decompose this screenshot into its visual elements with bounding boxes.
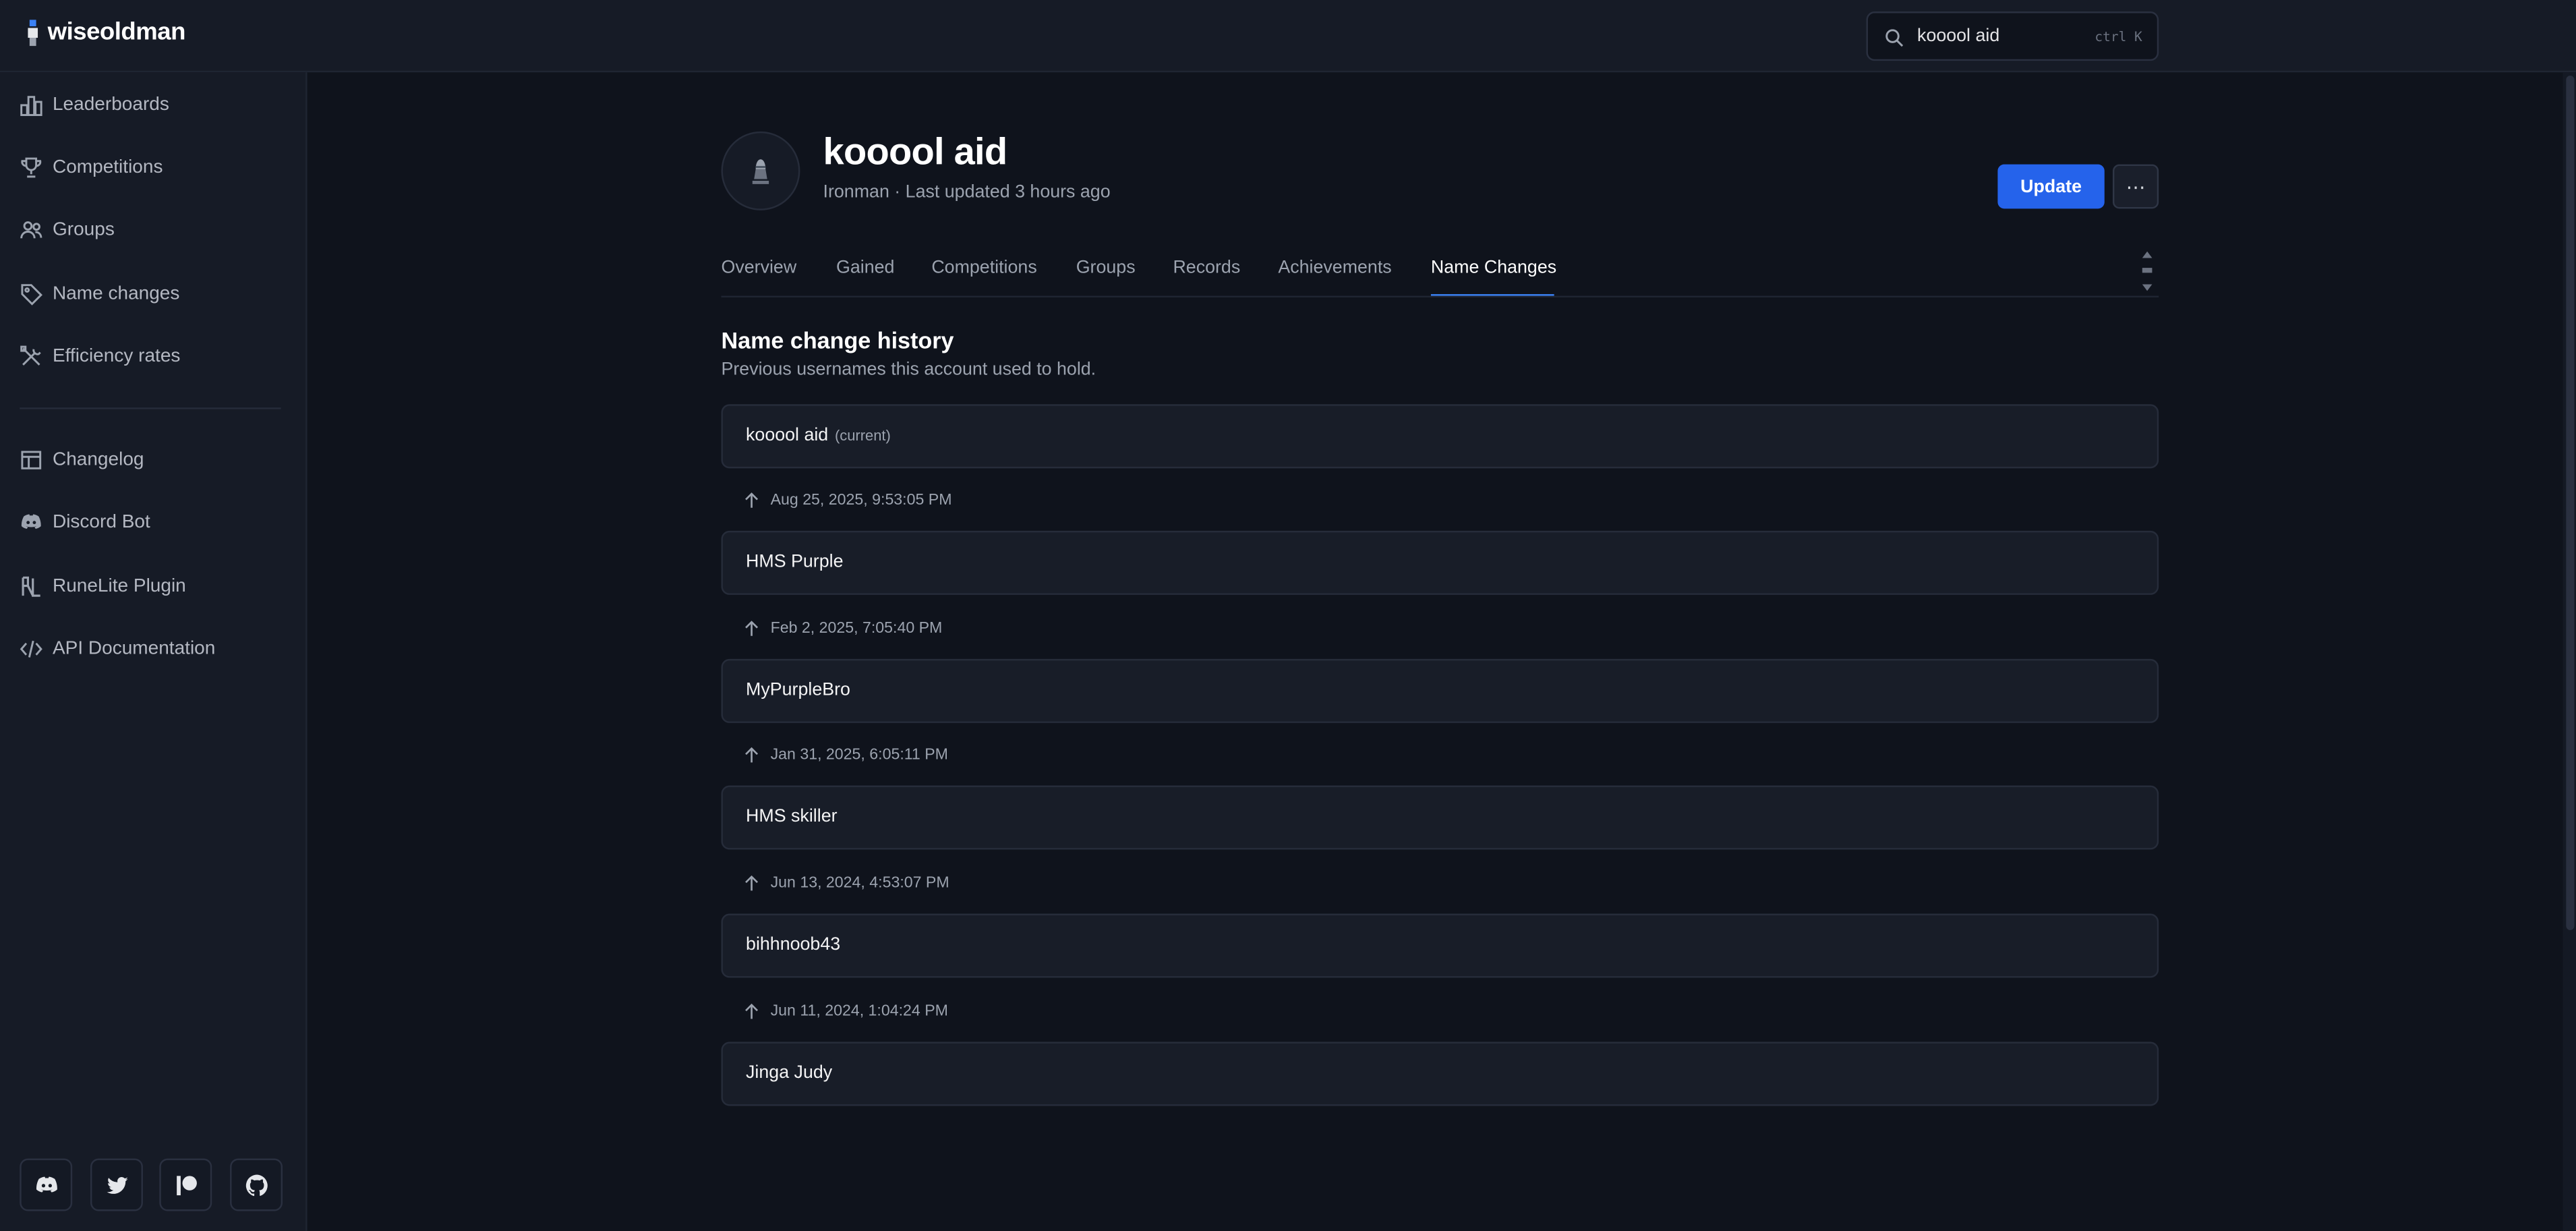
- search-input[interactable]: kooool aid ctrl K: [1866, 11, 2159, 61]
- page-scrollbar-thumb[interactable]: [2566, 76, 2575, 930]
- sidebar-item-efficiency-rates[interactable]: Efficiency rates: [20, 337, 180, 376]
- name-change-card: HMS skiller: [721, 785, 2159, 850]
- name-change-date: Jun 13, 2024, 4:53:07 PM: [770, 873, 949, 892]
- discord-icon: [21, 514, 41, 529]
- changelog-icon: [21, 451, 42, 469]
- name-change-date: Aug 25, 2025, 9:53:05 PM: [770, 490, 952, 509]
- sidebar-item-label: Groups: [52, 220, 115, 240]
- arrow-up-icon: [745, 1002, 759, 1019]
- tab-achievements[interactable]: Achievements: [1278, 258, 1391, 277]
- sidebar-item-runelite-plugin[interactable]: RuneLite Plugin: [20, 567, 186, 606]
- patreon-link[interactable]: [159, 1158, 212, 1211]
- player-avatar: [721, 131, 800, 210]
- username-current: kooool aid (current): [746, 425, 891, 446]
- sidebar-item-label: Efficiency rates: [52, 347, 181, 367]
- sidebar-item-competitions[interactable]: Competitions: [20, 148, 163, 187]
- twitter-icon: [106, 1176, 127, 1193]
- wiseoldman-logo-icon: [28, 19, 38, 45]
- username: MyPurpleBro: [746, 680, 850, 700]
- brand-logo-link[interactable]: wiseoldman: [26, 18, 185, 46]
- section-title: Name change history: [721, 326, 954, 353]
- sidebar-item-label: Name changes: [52, 284, 180, 304]
- name-change-date: Jun 11, 2024, 1:04:24 PM: [770, 1001, 948, 1020]
- arrow-up-icon: [745, 491, 759, 507]
- runelite-icon: [22, 576, 40, 597]
- name-change-date-row: Feb 2, 2025, 7:05:40 PM: [742, 617, 942, 639]
- name-change-date-row: Aug 25, 2025, 9:53:05 PM: [742, 488, 952, 511]
- username: Jinga Judy: [746, 1063, 833, 1083]
- name-change-date-row: Jun 13, 2024, 4:53:07 PM: [742, 871, 949, 894]
- sidebar-item-leaderboards[interactable]: Leaderboards: [20, 86, 169, 125]
- tab-records[interactable]: Records: [1173, 258, 1240, 277]
- twitter-link[interactable]: [90, 1158, 143, 1211]
- sidebar-item-name-changes[interactable]: Name changes: [20, 275, 179, 314]
- sidebar-item-label: RuneLite Plugin: [52, 577, 186, 597]
- name-change-date-row: Jun 11, 2024, 1:04:24 PM: [742, 999, 948, 1022]
- sidebar-item-changelog[interactable]: Changelog: [20, 440, 144, 480]
- tag-icon: [21, 284, 42, 306]
- name-change-card: kooool aid (current): [721, 404, 2159, 469]
- sidebar-item-label: Leaderboards: [52, 95, 169, 115]
- github-link[interactable]: [230, 1158, 283, 1211]
- users-icon: [20, 221, 42, 239]
- github-icon: [245, 1174, 267, 1195]
- name-change-card: HMS Purple: [721, 530, 2159, 595]
- sidebar-item-label: Discord Bot: [52, 513, 150, 533]
- bar-chart-icon: [20, 96, 42, 116]
- username: HMS skiller: [746, 807, 838, 827]
- trophy-icon: [21, 157, 42, 178]
- search-value: kooool aid: [1917, 26, 2000, 47]
- player-name: kooool aid: [823, 130, 1008, 173]
- arrow-up-icon: [745, 746, 759, 762]
- sidebar-divider: [20, 407, 281, 409]
- sidebar-item-label: Competitions: [52, 157, 163, 178]
- sidebar: Leaderboards Competitions Groups Name ch…: [0, 72, 308, 1231]
- sidebar-item-label: Changelog: [52, 450, 144, 470]
- name-change-date: Jan 31, 2025, 6:05:11 PM: [770, 745, 948, 764]
- player-subtitle: Ironman · Last updated 3 hours ago: [823, 182, 1111, 202]
- app-root: wiseoldman kooool aid ctrl K Leaderboard…: [0, 0, 2576, 1231]
- tab-overview[interactable]: Overview: [721, 258, 796, 277]
- tab-scroll-arrows-icon[interactable]: [2140, 250, 2153, 292]
- name-change-card: Jinga Judy: [721, 1041, 2159, 1106]
- more-options-button[interactable]: ⋯: [2112, 164, 2159, 209]
- sidebar-item-api-documentation[interactable]: API Documentation: [20, 629, 215, 668]
- active-tab-indicator: [1430, 294, 1554, 296]
- update-button[interactable]: Update: [1997, 164, 2105, 209]
- tools-icon: [20, 345, 41, 366]
- name-change-card: bihhnoob43: [721, 913, 2159, 978]
- brand-name: wiseoldman: [47, 18, 186, 47]
- arrow-up-icon: [745, 874, 759, 890]
- name-change-date: Feb 2, 2025, 7:05:40 PM: [770, 619, 943, 637]
- sidebar-item-label: API Documentation: [52, 639, 216, 659]
- tab-gained[interactable]: Gained: [836, 258, 894, 277]
- discord-link[interactable]: [20, 1158, 73, 1211]
- code-icon: [20, 640, 42, 658]
- patreon-icon: [175, 1175, 196, 1195]
- tab-competitions[interactable]: Competitions: [931, 258, 1036, 277]
- current-badge: (current): [834, 427, 891, 444]
- discord-icon: [35, 1176, 57, 1192]
- tab-name-changes[interactable]: Name Changes: [1431, 258, 1556, 277]
- tab-groups[interactable]: Groups: [1076, 258, 1136, 277]
- name-change-date-row: Jan 31, 2025, 6:05:11 PM: [742, 743, 948, 766]
- top-bar: wiseoldman kooool aid ctrl K: [0, 0, 2576, 73]
- ironman-helmet-icon: [752, 159, 769, 184]
- username: bihhnoob43: [746, 935, 841, 955]
- username: HMS Purple: [746, 552, 844, 572]
- section-description: Previous usernames this account used to …: [721, 360, 1096, 380]
- arrow-up-icon: [745, 619, 759, 635]
- search-icon: [1885, 29, 1904, 47]
- sidebar-item-discord-bot[interactable]: Discord Bot: [20, 503, 150, 542]
- name-change-card: MyPurpleBro: [721, 658, 2159, 723]
- search-shortcut: ctrl K: [2095, 29, 2142, 45]
- sidebar-item-groups[interactable]: Groups: [20, 210, 115, 250]
- player-tabs: Overview Gained Competitions Groups Reco…: [721, 246, 2159, 297]
